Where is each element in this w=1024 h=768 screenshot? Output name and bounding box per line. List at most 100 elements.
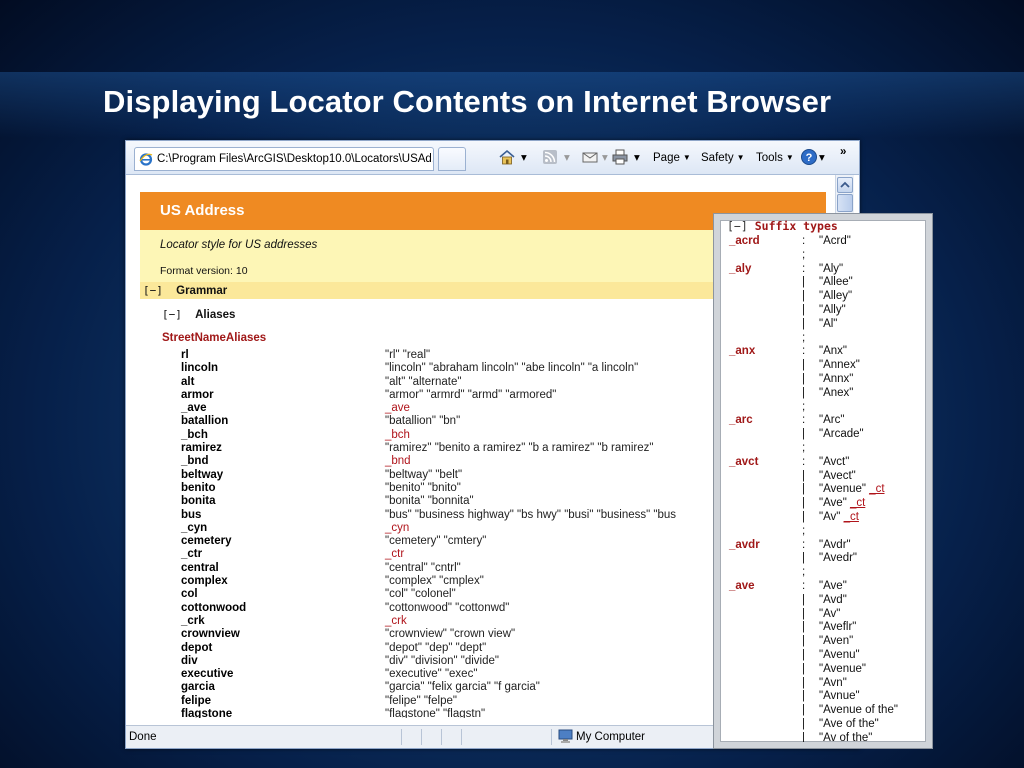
suffix-value: "Alley" [819, 290, 852, 304]
safety-menu-dropdown-icon: ▼ [736, 153, 745, 162]
suffix-value-text: "Ally" [819, 304, 846, 316]
aliases-toggle[interactable]: [−] [162, 308, 182, 321]
alias-values: "armor" "armrd" "armd" "armored" [385, 388, 557, 401]
alias-values: "beltway" "belt" [385, 468, 463, 481]
alias-key: bonita [181, 495, 216, 508]
suffix-value: "Arc" [819, 414, 844, 428]
status-divider [441, 729, 442, 745]
suffix-separator: | [802, 373, 805, 385]
suffix-line: ; [720, 442, 926, 456]
suffix-separator: ; [802, 248, 806, 261]
status-text: Done [129, 731, 157, 743]
help-dropdown-icon[interactable]: ▾ [819, 149, 825, 167]
scroll-thumb[interactable] [837, 194, 853, 212]
alias-values: "rl" "real" [385, 349, 431, 361]
alias-reference-link[interactable]: _crk [385, 615, 407, 628]
grammar-toggle[interactable]: [−] [143, 284, 163, 297]
feeds-dropdown-icon[interactable]: ▾ [564, 149, 570, 167]
suffix-separator: : [802, 262, 806, 275]
suffix-value: "Aly" [819, 263, 843, 277]
suffix-separator: | [802, 635, 805, 648]
suffix-reference-link[interactable]: _ct [850, 497, 865, 509]
suffix-value: "Ally" [819, 304, 846, 318]
suffix-separator: | [802, 483, 805, 496]
suffix-line: | "Aveflr" [720, 621, 926, 635]
mail-dropdown-icon[interactable]: ▾ [602, 149, 608, 167]
home-dropdown-icon[interactable]: ▾ [521, 149, 527, 167]
suffix-value-text: "Avct" [819, 455, 850, 468]
suffix-line: _aly: "Aly" [720, 262, 926, 277]
suffix-separator: | [802, 552, 805, 565]
suffix-value: "Ave" [819, 580, 847, 594]
suffix-value: "Acrd" [819, 235, 851, 249]
suffix-line: | "Annex" [720, 359, 926, 373]
print-dropdown-icon[interactable]: ▾ [634, 149, 640, 167]
suffix-value: "Avect" [819, 470, 856, 484]
suffix-value-text: "Ave" [819, 497, 847, 510]
suffix-value: "Avenue" [819, 663, 866, 677]
alias-values: "crownview" "crown view" [385, 628, 516, 641]
suffix-value-text: "Avenue" [819, 662, 866, 675]
new-tab-button[interactable] [438, 147, 466, 171]
chevron-up-icon [840, 181, 850, 188]
suffix-separator: ; [802, 566, 806, 579]
suffix-reference-link[interactable]: _ct [844, 511, 859, 523]
suffix-separator: | [802, 662, 805, 675]
suffix-line: | "Annx" [720, 373, 926, 387]
feeds-icon[interactable] [541, 148, 559, 166]
toolbar-overflow-button[interactable]: » [840, 143, 846, 161]
suffix-line: _avdr: "Avdr" [720, 538, 926, 553]
suffix-separator: | [802, 593, 805, 606]
help-icon[interactable]: ? [800, 148, 818, 166]
browser-tab[interactable]: C:\Program Files\ArcGIS\Desktop10.0\Loca… [134, 147, 434, 171]
safety-menu[interactable]: Safety ▼ [701, 149, 745, 167]
suffix-separator: | [802, 676, 805, 689]
alias-key: central [181, 561, 219, 574]
suffix-line: | "Al" [720, 317, 926, 332]
suffix-line: _arc: "Arc" [720, 414, 926, 428]
alias-key: cottonwood [181, 601, 247, 614]
browser-toolbar: C:\Program Files\ArcGIS\Desktop10.0\Loca… [126, 141, 859, 175]
suffix-value-text: "Avenue" [819, 483, 866, 496]
page-menu[interactable]: Page ▼ [653, 149, 691, 167]
tools-menu-dropdown-icon: ▼ [785, 153, 794, 162]
suffix-separator: ; [802, 442, 806, 454]
alias-reference-link[interactable]: _ave [385, 402, 410, 415]
suffix-line: | "Avedr" [720, 552, 926, 566]
aliases-section-header[interactable]: [−] Aliases [162, 308, 235, 321]
suffix-value: "Av" [819, 608, 840, 622]
alias-values: "depot" "dep" "dept" [385, 641, 487, 654]
ie-logo-icon [139, 153, 153, 166]
suffix-value-text: "Avenu" [819, 649, 860, 661]
suffix-value-text: "Al" [819, 317, 838, 330]
suffix-value: "Annx" [819, 373, 853, 387]
alias-reference-link[interactable]: _cyn [385, 522, 409, 535]
suffix-line: | "Av" [720, 607, 926, 622]
suffix-types-header[interactable]: [−] Suffix types [727, 220, 838, 233]
alias-reference-link[interactable]: _ctr [385, 548, 404, 561]
scroll-up-button[interactable] [837, 177, 853, 193]
print-icon[interactable] [611, 148, 629, 166]
suffix-types-toggle[interactable]: [−] [727, 220, 748, 233]
suffix-key: _arc [729, 414, 753, 427]
suffix-value-text: "Avn" [819, 676, 847, 689]
suffix-key: _avct [729, 455, 759, 468]
suffix-value: "Avenue of the" [819, 704, 898, 718]
alias-reference-link[interactable]: _bnd [385, 455, 411, 468]
home-icon[interactable] [498, 148, 516, 166]
suffix-value-text: "Annx" [819, 373, 854, 385]
page-menu-dropdown-icon: ▼ [682, 153, 691, 162]
alias-values: "benito" "bnito" [385, 481, 461, 494]
alias-values: "executive" "exec" [385, 668, 478, 681]
suffix-separator: | [802, 607, 805, 620]
mail-icon[interactable] [581, 148, 599, 166]
alias-values: "felipe" "felpe" [385, 694, 457, 707]
tools-menu[interactable]: Tools ▼ [756, 149, 794, 167]
suffix-line: ; [720, 248, 926, 263]
alias-reference-link[interactable]: _bch [385, 429, 410, 442]
suffix-value-text: "Avdr" [819, 538, 851, 551]
suffix-reference-link[interactable]: _ct [869, 483, 884, 495]
alias-key: lincoln [181, 362, 219, 375]
suffix-separator: | [802, 718, 805, 730]
suffix-line: | "Ave of the" [720, 718, 926, 732]
